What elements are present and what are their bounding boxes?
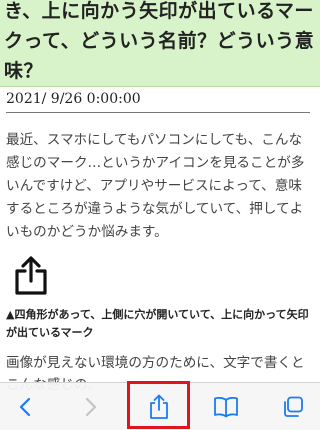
share-icon [15, 256, 47, 295]
image-caption: ▲四角形があって、上側に穴が開いていて、上に向かって矢印が出ているマーク [6, 308, 309, 339]
chevron-left-icon [19, 397, 31, 417]
article-intro: 最近、スマホにしてもパソコンにしても、こんな感じのマーク…というかアイコンを見る… [6, 132, 305, 240]
bookmarks-button[interactable] [201, 383, 251, 430]
article-page: き、上に向かう矢印が出ているマークって、どういう名前？どういう意味？ 2021/… [0, 0, 320, 430]
chevron-right-icon [85, 397, 97, 417]
tabs-button[interactable] [268, 383, 318, 430]
article-title: き、上に向かう矢印が出ているマークって、どういう名前？どういう意味？ [4, 0, 315, 82]
forward-button[interactable] [66, 383, 116, 430]
article-title-box: き、上に向かう矢印が出ているマークって、どういう名前？どういう意味？ [0, 0, 320, 87]
book-icon [214, 396, 238, 418]
tabs-icon [284, 396, 303, 417]
back-button[interactable] [0, 383, 50, 430]
date-divider [6, 112, 310, 113]
share-button-highlight [127, 381, 190, 429]
article-date: 2021/ 9/26 0:00:00 [6, 91, 141, 107]
